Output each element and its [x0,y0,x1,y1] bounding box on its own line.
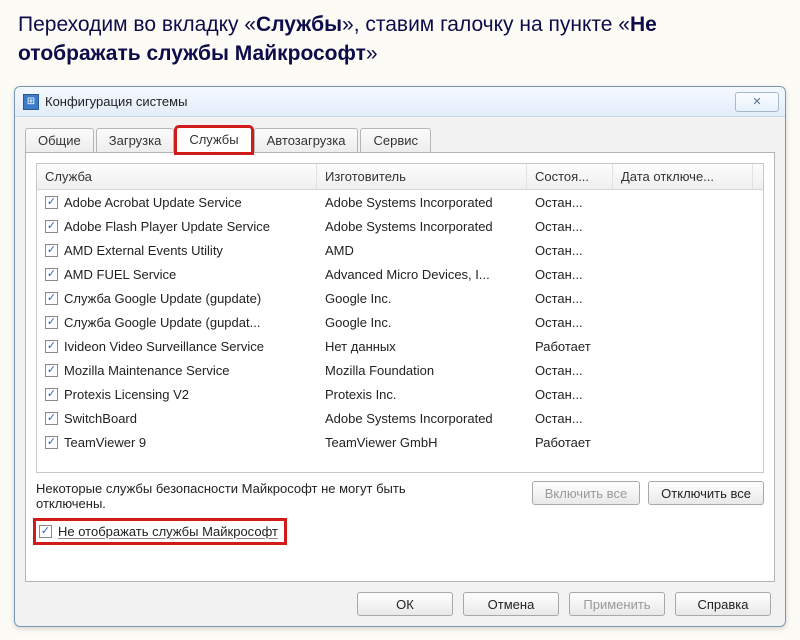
table-row[interactable]: ✓ TeamViewer 9 TeamViewer GmbHРаботает [37,430,763,454]
hide-microsoft-container: ✓ Не отображать службы Майкрософт [36,521,284,542]
status-value: Остан... [527,243,613,258]
vendor-name: Google Inc. [317,291,527,306]
row-checkbox[interactable]: ✓ [45,340,58,353]
tab-службы[interactable]: Службы [176,127,251,153]
vendor-name: Adobe Systems Incorporated [317,411,527,426]
ok-button[interactable]: ОК [357,592,453,616]
app-icon: ⊞ [23,94,39,110]
row-checkbox[interactable]: ✓ [45,412,58,425]
vendor-name: Mozilla Foundation [317,363,527,378]
vendor-name: Adobe Systems Incorporated [317,195,527,210]
vendor-name: Advanced Micro Devices, I... [317,267,527,282]
services-listview[interactable]: Служба Изготовитель Состоя... Дата отклю… [36,163,764,473]
tab-сервис[interactable]: Сервис [360,128,431,153]
service-name: AMD External Events Utility [64,243,223,258]
row-checkbox[interactable]: ✓ [45,196,58,209]
vendor-name: Нет данных [317,339,527,354]
tab-panel-services: Служба Изготовитель Состоя... Дата отклю… [25,152,775,582]
row-checkbox[interactable]: ✓ [45,268,58,281]
col-vendor[interactable]: Изготовитель [317,164,527,189]
row-checkbox[interactable]: ✓ [45,436,58,449]
col-status[interactable]: Состоя... [527,164,613,189]
service-name: Служба Google Update (gupdate) [64,291,261,306]
status-value: Остан... [527,291,613,306]
apply-button[interactable]: Применить [569,592,665,616]
hide-microsoft-label[interactable]: Не отображать службы Майкрософт [58,524,278,539]
vendor-name: AMD [317,243,527,258]
table-row[interactable]: ✓ AMD External Events Utility AMDОстан... [37,238,763,262]
table-row[interactable]: ✓ SwitchBoard Adobe Systems IncorporatedОс… [37,406,763,430]
service-name: Ivideon Video Surveillance Service [64,339,264,354]
dialog-buttons: ОК Отмена Применить Справка [25,582,775,616]
status-value: Работает [527,435,613,450]
instruction-text: Переходим во вкладку «Службы», ставим га… [0,0,800,83]
vendor-name: Google Inc. [317,315,527,330]
status-value: Остан... [527,315,613,330]
status-value: Остан... [527,363,613,378]
tab-загрузка[interactable]: Загрузка [96,128,175,153]
status-value: Остан... [527,411,613,426]
enable-all-button[interactable]: Включить все [532,481,640,505]
hide-microsoft-checkbox[interactable]: ✓ [39,525,52,538]
table-row[interactable]: ✓ Adobe Acrobat Update Service Adobe Syste… [37,190,763,214]
service-name: Adobe Flash Player Update Service [64,219,270,234]
row-checkbox[interactable]: ✓ [45,388,58,401]
row-checkbox[interactable]: ✓ [45,292,58,305]
service-name: Adobe Acrobat Update Service [64,195,242,210]
table-row[interactable]: ✓ Служба Google Update (gupdate) Google In… [37,286,763,310]
tab-общие[interactable]: Общие [25,128,94,153]
row-checkbox[interactable]: ✓ [45,316,58,329]
service-name: SwitchBoard [64,411,137,426]
row-checkbox[interactable]: ✓ [45,364,58,377]
col-service[interactable]: Служба [37,164,317,189]
row-checkbox[interactable]: ✓ [45,220,58,233]
col-date[interactable]: Дата отключе... [613,164,753,189]
window-title: Конфигурация системы [45,94,735,109]
table-row[interactable]: ✓ Adobe Flash Player Update Service Adobe … [37,214,763,238]
vendor-name: TeamViewer GmbH [317,435,527,450]
table-row[interactable]: ✓ Ivideon Video Surveillance Service Нет д… [37,334,763,358]
status-value: Остан... [527,195,613,210]
table-row[interactable]: ✓ Mozilla Maintenance Service Mozilla Foun… [37,358,763,382]
disable-all-button[interactable]: Отключить все [648,481,764,505]
table-row[interactable]: ✓ Protexis Licensing V2 Protexis Inc.Остан… [37,382,763,406]
tabstrip: ОбщиеЗагрузкаСлужбыАвтозагрузкаСервис [25,125,775,153]
service-name: Protexis Licensing V2 [64,387,189,402]
vendor-name: Adobe Systems Incorporated [317,219,527,234]
listview-header[interactable]: Служба Изготовитель Состоя... Дата отклю… [37,164,763,190]
service-name: Служба Google Update (gupdat... [64,315,260,330]
service-name: AMD FUEL Service [64,267,176,282]
tab-автозагрузка[interactable]: Автозагрузка [254,128,359,153]
table-row[interactable]: ✓ AMD FUEL Service Advanced Micro Devices,… [37,262,763,286]
close-button[interactable]: ✕ [735,92,779,112]
help-button[interactable]: Справка [675,592,771,616]
status-value: Остан... [527,267,613,282]
table-row[interactable]: ✓ Служба Google Update (gupdat... Google I… [37,310,763,334]
cancel-button[interactable]: Отмена [463,592,559,616]
row-checkbox[interactable]: ✓ [45,244,58,257]
status-value: Остан... [527,219,613,234]
titlebar: ⊞ Конфигурация системы ✕ [15,87,785,117]
status-value: Остан... [527,387,613,402]
security-note: Некоторые службы безопасности Майкрософт… [36,481,476,511]
service-name: Mozilla Maintenance Service [64,363,229,378]
status-value: Работает [527,339,613,354]
service-name: TeamViewer 9 [64,435,146,450]
vendor-name: Protexis Inc. [317,387,527,402]
msconfig-window: ⊞ Конфигурация системы ✕ ОбщиеЗагрузкаСл… [14,86,786,627]
